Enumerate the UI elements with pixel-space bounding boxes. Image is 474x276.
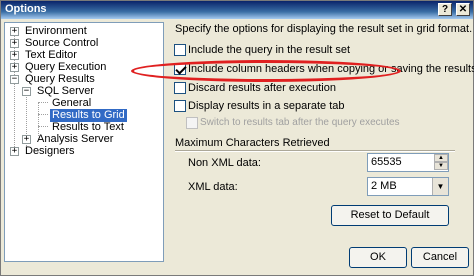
options-dialog: Options ? ✕ + Environment + Source Contr…	[0, 0, 474, 276]
expand-icon[interactable]: +	[10, 51, 19, 60]
options-tree[interactable]: + Environment + Source Control + Text Ed…	[4, 22, 164, 262]
discard-results-checkbox[interactable]	[174, 82, 186, 94]
close-button[interactable]: ✕	[456, 3, 470, 16]
switch-to-results-tab-checkbox	[186, 117, 198, 129]
max-chars-group-label: Maximum Characters Retrieved	[175, 137, 330, 149]
window-title: Options	[5, 3, 47, 15]
tree-item-label: Designers	[25, 145, 75, 157]
include-query-checkbox[interactable]	[174, 44, 186, 56]
stepper-arrows: ▲ ▼	[434, 154, 448, 171]
separate-tab-checkbox[interactable]	[174, 100, 186, 112]
expand-icon[interactable]: +	[10, 39, 19, 48]
tree-line	[38, 114, 48, 115]
spin-up-icon[interactable]: ▲	[434, 154, 448, 162]
xml-data-label: XML data:	[188, 181, 238, 193]
spin-down-icon[interactable]: ▼	[434, 162, 448, 170]
ok-button[interactable]: OK	[349, 247, 407, 268]
expand-icon[interactable]: +	[22, 135, 31, 144]
include-query-label: Include the query in the result set	[188, 44, 351, 56]
collapse-icon[interactable]: −	[10, 75, 19, 84]
non-xml-data-label: Non XML data:	[188, 157, 261, 169]
cancel-button[interactable]: Cancel	[411, 247, 469, 268]
non-xml-data-value[interactable]: 65535	[371, 156, 402, 168]
non-xml-data-stepper[interactable]: 65535 ▲ ▼	[367, 153, 449, 172]
page-description: Specify the options for displaying the r…	[175, 23, 473, 35]
expand-icon[interactable]: +	[10, 63, 19, 72]
xml-data-select[interactable]: 2 MB ▼	[367, 177, 449, 196]
switch-to-results-tab-label: Switch to results tab after the query ex…	[200, 117, 400, 128]
separate-tab-label: Display results in a separate tab	[188, 100, 345, 112]
tree-line	[38, 126, 48, 127]
tree-line	[38, 102, 48, 103]
xml-data-value: 2 MB	[371, 180, 397, 192]
help-button[interactable]: ?	[438, 3, 452, 16]
tree-line	[38, 102, 39, 136]
expand-icon[interactable]: +	[10, 147, 19, 156]
expand-icon[interactable]: +	[10, 27, 19, 36]
dropdown-arrow-icon[interactable]: ▼	[432, 178, 448, 195]
collapse-icon[interactable]: −	[22, 87, 31, 96]
highlight-ellipse	[131, 60, 401, 82]
title-bar: Options ? ✕	[1, 1, 473, 19]
reset-to-default-button[interactable]: Reset to Default	[331, 205, 449, 226]
discard-results-label: Discard results after execution	[188, 82, 336, 94]
group-divider	[175, 150, 455, 152]
